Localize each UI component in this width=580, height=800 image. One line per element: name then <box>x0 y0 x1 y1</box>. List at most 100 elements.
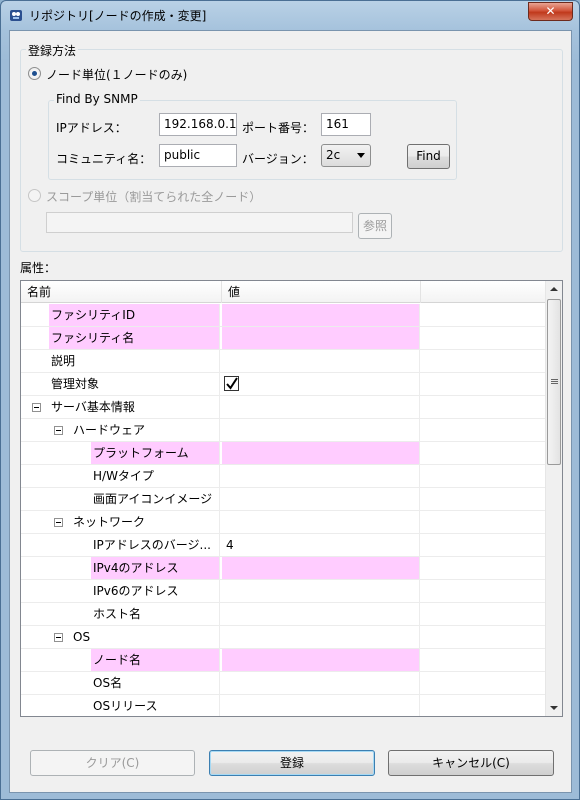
chevron-down-icon <box>357 153 365 158</box>
find-button[interactable]: Find <box>407 144 450 169</box>
close-icon: ✕ <box>545 4 556 18</box>
collapse-icon[interactable] <box>54 633 63 642</box>
row-value[interactable] <box>222 350 420 372</box>
table-row[interactable]: 説明 <box>21 350 546 373</box>
table-row[interactable]: プラットフォーム <box>21 442 546 465</box>
table-row[interactable]: IPv6のアドレス <box>21 580 546 603</box>
checkbox-checked-icon <box>226 377 238 390</box>
row-value[interactable] <box>222 672 420 694</box>
row-value[interactable] <box>222 649 420 671</box>
row-value[interactable] <box>222 603 420 625</box>
table-row[interactable]: 画面アイコンイメージ <box>21 488 546 511</box>
row-value[interactable] <box>222 327 420 349</box>
row-value[interactable] <box>222 396 420 418</box>
row-value[interactable] <box>222 373 420 395</box>
row-name: ホスト名 <box>91 603 220 625</box>
row-value[interactable] <box>222 419 420 441</box>
scroll-down-icon[interactable] <box>546 699 562 716</box>
window-title: リポジトリ[ノードの作成・変更] <box>29 9 207 23</box>
close-button[interactable]: ✕ <box>528 2 573 21</box>
column-header-name[interactable]: 名前 <box>21 281 222 303</box>
scope-unit-label[interactable]: スコープ単位（割当てられた全ノード） <box>46 188 261 205</box>
row-name: ハードウェア <box>71 419 220 441</box>
collapse-icon[interactable] <box>54 518 63 527</box>
snmp-group-label: Find By SNMP <box>54 92 140 106</box>
row-value[interactable] <box>222 580 420 602</box>
node-unit-radio[interactable] <box>28 67 41 80</box>
row-value[interactable] <box>222 465 420 487</box>
table-row[interactable]: IPv4のアドレス <box>21 557 546 580</box>
app-icon <box>10 10 22 21</box>
row-value[interactable] <box>222 695 420 716</box>
row-name: IPアドレスのバージ... <box>91 534 220 556</box>
row-value[interactable] <box>222 442 420 464</box>
row-value[interactable] <box>222 488 420 510</box>
table-row[interactable]: ファシリティID <box>21 304 546 327</box>
row-name: プラットフォーム <box>91 442 220 464</box>
row-name: 画面アイコンイメージ <box>91 488 220 510</box>
community-label: コミュニティ名： <box>56 152 152 166</box>
column-header-value[interactable]: 値 <box>222 281 421 303</box>
attribute-rows: ファシリティID ファシリティ名 説明 管理対象 サーバ基本情報 ハードウェア … <box>21 304 546 716</box>
community-input[interactable]: public <box>159 144 237 167</box>
row-name: 管理対象 <box>49 373 220 395</box>
cancel-button[interactable]: キャンセル(C) <box>388 750 554 776</box>
grip-line <box>551 379 558 380</box>
version-select[interactable]: 2c <box>321 144 371 167</box>
row-name: サーバ基本情報 <box>49 396 220 418</box>
row-name: ファシリティID <box>49 304 220 326</box>
table-row[interactable]: OS <box>21 626 546 649</box>
ip-address-input[interactable]: 192.168.0.1 <box>159 113 237 136</box>
row-value[interactable] <box>222 626 420 648</box>
attributes-tree-table[interactable]: 名前 値 ファシリティID ファシリティ名 説明 管理対象 サーバ基本情報 ハー… <box>20 280 563 717</box>
title-bar[interactable]: リポジトリ[ノードの作成・変更] ✕ <box>1 1 579 29</box>
scope-unit-radio[interactable] <box>28 189 41 202</box>
collapse-icon[interactable] <box>32 403 41 412</box>
table-row[interactable]: サーバ基本情報 <box>21 396 546 419</box>
table-row[interactable]: H/Wタイプ <box>21 465 546 488</box>
row-value[interactable] <box>222 304 420 326</box>
snmp-group <box>48 100 457 180</box>
grip-line <box>551 381 558 382</box>
port-input[interactable]: 161 <box>321 113 371 136</box>
registration-method-label: 登録方法 <box>26 42 79 59</box>
scope-input[interactable] <box>46 212 353 233</box>
row-name: ネットワーク <box>71 511 220 533</box>
browse-button[interactable]: 参照 <box>358 213 392 239</box>
version-label: バージョン： <box>242 152 314 166</box>
clear-button[interactable]: クリア(C) <box>30 750 195 776</box>
grip-line <box>551 383 558 384</box>
table-row[interactable]: ホスト名 <box>21 603 546 626</box>
table-row[interactable]: 管理対象 <box>21 373 546 396</box>
table-row[interactable]: ノード名 <box>21 649 546 672</box>
table-row[interactable]: ハードウェア <box>21 419 546 442</box>
table-row[interactable]: OS名 <box>21 672 546 695</box>
row-value[interactable] <box>222 557 420 579</box>
node-unit-label[interactable]: ノード単位(１ノードのみ) <box>46 66 187 83</box>
row-name: IPv6のアドレス <box>91 580 220 602</box>
table-row[interactable]: IPアドレスのバージ... 4 <box>21 534 546 557</box>
register-button[interactable]: 登録 <box>209 750 375 776</box>
version-value: 2c <box>326 148 341 162</box>
dialog-body: 登録方法 ノード単位(１ノードのみ) Find By SNMP IPアドレス： … <box>9 30 572 793</box>
dialog-window: リポジトリ[ノードの作成・変更] ✕ 登録方法 ノード単位(１ノードのみ) Fi… <box>0 0 580 800</box>
managed-checkbox[interactable] <box>224 376 239 391</box>
ip-address-label: IPアドレス： <box>56 121 127 135</box>
row-value[interactable] <box>222 511 420 533</box>
port-label: ポート番号： <box>242 121 315 135</box>
row-value[interactable]: 4 <box>222 534 420 556</box>
attributes-label: 属性： <box>20 261 57 275</box>
table-row[interactable]: ファシリティ名 <box>21 327 546 350</box>
table-row[interactable]: ネットワーク <box>21 511 546 534</box>
table-row[interactable]: OSリリース <box>21 695 546 716</box>
row-name: OS名 <box>91 672 220 694</box>
row-name: ノード名 <box>91 649 220 671</box>
row-name: OS <box>71 626 220 648</box>
row-name: IPv4のアドレス <box>91 557 220 579</box>
scrollbar-thumb[interactable] <box>547 299 561 465</box>
vertical-scrollbar[interactable] <box>545 281 562 716</box>
table-header: 名前 値 <box>21 281 546 303</box>
collapse-icon[interactable] <box>54 426 63 435</box>
row-name: ファシリティ名 <box>49 327 220 349</box>
scroll-up-icon[interactable] <box>546 281 562 298</box>
